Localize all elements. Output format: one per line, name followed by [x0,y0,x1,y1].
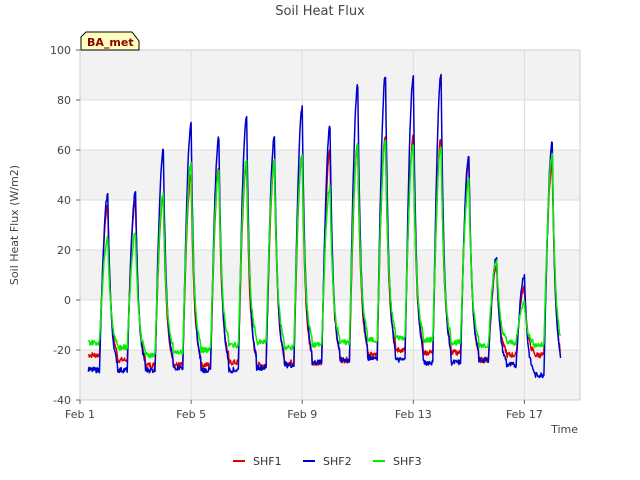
y-axis-label: Soil Heat Flux (W/m2) [8,165,21,285]
y-tick-label: -20 [53,344,71,357]
band [80,50,580,100]
legend: SHF1 SHF2 SHF3 [233,455,422,468]
y-tick-label: -40 [53,394,71,407]
x-axis-ticks: Feb 1 Feb 5 Feb 9 Feb 13 Feb 17 [65,400,543,421]
y-tick-label: 40 [57,194,71,207]
band [80,250,580,300]
y-tick-label: 0 [64,294,71,307]
x-axis-label: Time [550,423,578,436]
x-tick-label: Feb 9 [287,408,317,421]
legend-label-shf2: SHF2 [323,455,352,468]
soil-heat-flux-chart: Soil Heat Flux -40-20020406080100 Feb 1F… [8,4,581,468]
y-tick-label: 80 [57,94,71,107]
y-tick-label: 60 [57,144,71,157]
chart-title: Soil Heat Flux [275,4,365,19]
x-tick-label: Feb 5 [176,408,206,421]
badge-label: BA_met [87,36,134,49]
x-tick-label: Feb 13 [395,408,432,421]
y-tick-label: 20 [57,244,71,257]
y-tick-label: 100 [50,44,71,57]
legend-label-shf3: SHF3 [393,455,422,468]
x-tick-label: Feb 1 [65,408,95,421]
x-tick-label: Feb 17 [506,408,543,421]
y-axis-ticks: -40 -20 0 20 40 60 80 100 [50,44,80,407]
badge: BA_met [80,31,140,51]
legend-label-shf1: SHF1 [253,455,282,468]
